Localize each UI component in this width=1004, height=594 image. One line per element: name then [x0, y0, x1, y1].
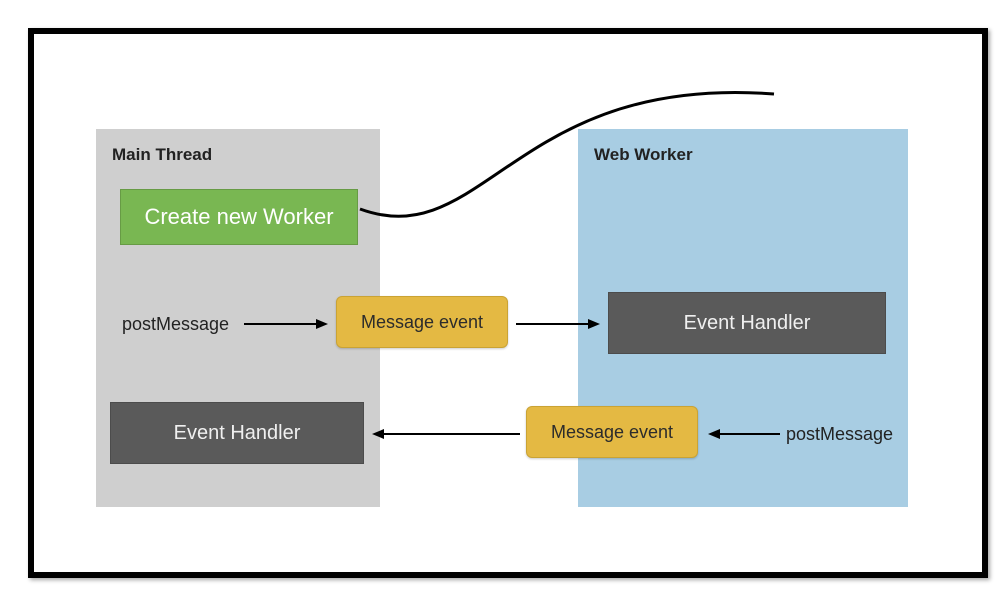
diagram-frame: Main Thread Web Worker Create new Worker…	[28, 28, 988, 578]
curve-create-to-worker	[34, 34, 982, 572]
diagram-stage: Main Thread Web Worker Create new Worker…	[34, 34, 982, 572]
